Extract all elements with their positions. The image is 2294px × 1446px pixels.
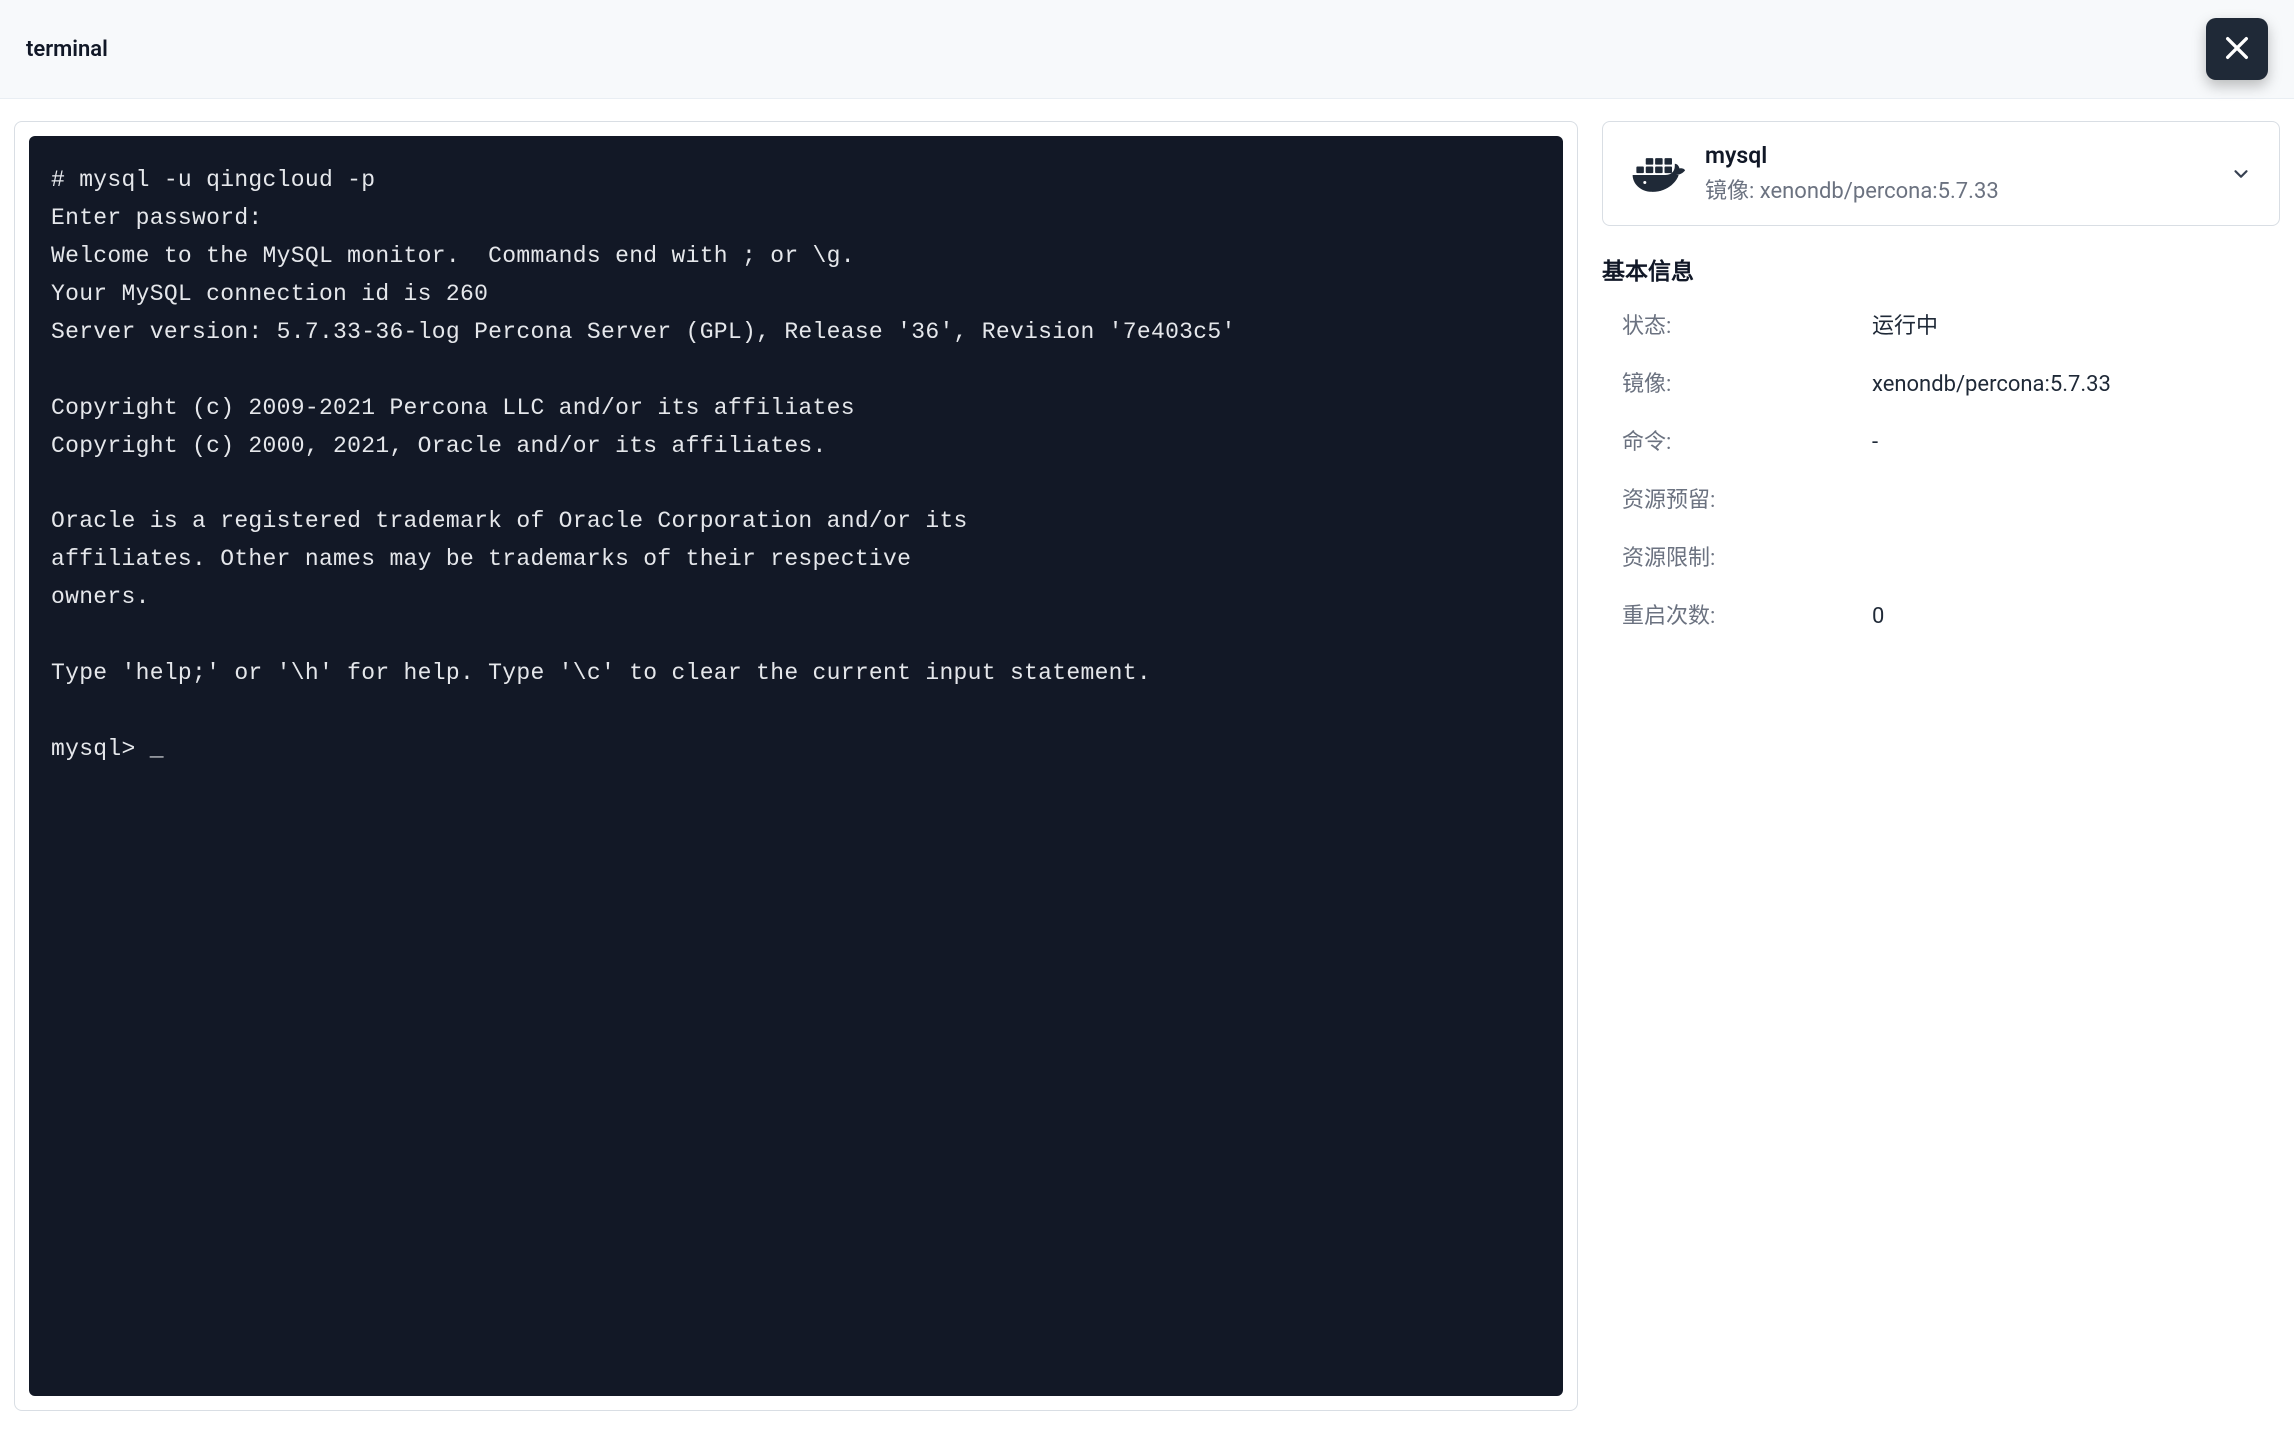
info-value: - bbox=[1872, 430, 1878, 455]
container-name: mysql bbox=[1705, 142, 2209, 169]
container-sub: 镜像: xenondb/percona:5.7.33 bbox=[1705, 173, 2209, 205]
info-row-image: 镜像: xenondb/percona:5.7.33 bbox=[1602, 366, 2280, 398]
info-list: 状态: 运行中 镜像: xenondb/percona:5.7.33 命令: -… bbox=[1602, 308, 2280, 630]
info-value: xenondb/percona:5.7.33 bbox=[1872, 372, 2111, 397]
container-card-text: mysql 镜像: xenondb/percona:5.7.33 bbox=[1705, 142, 2209, 205]
info-label: 资源预留: bbox=[1602, 482, 1872, 514]
chevron-down-icon bbox=[2227, 160, 2255, 188]
info-row-status: 状态: 运行中 bbox=[1602, 308, 2280, 340]
docker-icon bbox=[1627, 144, 1687, 204]
container-summary-card[interactable]: mysql 镜像: xenondb/percona:5.7.33 bbox=[1602, 121, 2280, 226]
info-label: 重启次数: bbox=[1602, 598, 1872, 630]
terminal-output: # mysql -u qingcloud -p Enter password: … bbox=[51, 162, 1541, 769]
container-sub-value: xenondb/percona:5.7.33 bbox=[1760, 179, 1999, 204]
close-icon bbox=[2221, 32, 2253, 67]
info-row-resource-limit: 资源限制: bbox=[1602, 540, 2280, 572]
info-label: 镜像: bbox=[1602, 366, 1872, 398]
info-row-restart-count: 重启次数: 0 bbox=[1602, 598, 2280, 630]
side-panel: mysql 镜像: xenondb/percona:5.7.33 基本信息 状态… bbox=[1602, 121, 2280, 1411]
info-label: 命令: bbox=[1602, 424, 1872, 456]
terminal-panel: # mysql -u qingcloud -p Enter password: … bbox=[14, 121, 1578, 1411]
section-title: 基本信息 bbox=[1602, 252, 2280, 286]
container-sub-prefix: 镜像: bbox=[1705, 179, 1760, 204]
info-row-command: 命令: - bbox=[1602, 424, 2280, 456]
header-bar: terminal bbox=[0, 0, 2294, 99]
page-title: terminal bbox=[26, 37, 108, 62]
info-row-resource-reserve: 资源预留: bbox=[1602, 482, 2280, 514]
content-area: # mysql -u qingcloud -p Enter password: … bbox=[0, 99, 2294, 1441]
info-label: 状态: bbox=[1602, 308, 1872, 340]
info-value: 运行中 bbox=[1872, 308, 1938, 340]
info-value: 0 bbox=[1872, 604, 1884, 629]
close-button[interactable] bbox=[2206, 18, 2268, 80]
info-label: 资源限制: bbox=[1602, 540, 1872, 572]
terminal-viewport[interactable]: # mysql -u qingcloud -p Enter password: … bbox=[29, 136, 1563, 1396]
